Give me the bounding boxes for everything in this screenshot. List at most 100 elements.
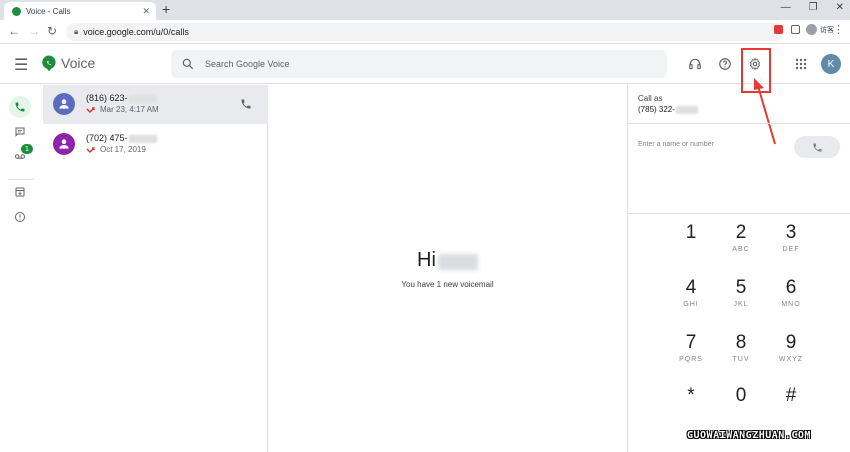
key-letters: TUV [732, 356, 750, 363]
left-rail: 1 [0, 85, 43, 452]
lock-icon: 🔒︎ [74, 27, 79, 36]
dial-key-2[interactable]: 2 ABC [721, 222, 761, 266]
profile-label: 访客 [820, 26, 834, 34]
key-digit: 8 [735, 332, 747, 353]
info-icon [15, 212, 25, 222]
missed-call-icon [86, 107, 95, 113]
dial-key-1[interactable]: 1 [671, 222, 711, 266]
watermark: GUOWAIWANGZHUAN.COM [687, 430, 811, 441]
voice-favicon-icon [12, 6, 21, 16]
voicemail-message: You have 1 new voicemail [401, 280, 494, 289]
call-row[interactable]: (816) 623- Mar 23, 4:17 AM [43, 85, 268, 124]
dial-panel: Call as (785) 322- 1 2 ABC 3 DEF 4 GHI 5 JKL 6 MNO… [627, 85, 850, 452]
tab-close-icon[interactable]: ✕ [142, 6, 150, 17]
dial-key-#[interactable]: # [771, 385, 811, 429]
browser-navbar: ← → ↻ 🔒︎ voice.google.com/u/0/calls 访客 ⋮ [0, 20, 850, 44]
key-digit: 2 [735, 222, 747, 243]
greeting-text: Hi [417, 249, 436, 271]
key-digit: 7 [685, 332, 697, 353]
minimize-button[interactable]: — [781, 2, 791, 13]
call-row[interactable]: (702) 475- Oct 17, 2019 [43, 125, 268, 164]
call-back-icon[interactable] [240, 98, 252, 110]
phone-icon [15, 102, 25, 112]
key-digit: 1 [685, 222, 697, 243]
profile-button[interactable]: 访客 [806, 24, 834, 35]
key-letters: GHI [683, 301, 699, 308]
dial-key-6[interactable]: 6 MNO [771, 277, 811, 321]
key-digit: 6 [785, 277, 797, 298]
voice-logo-icon [42, 55, 56, 72]
back-icon[interactable]: ← [8, 24, 20, 38]
help-icon[interactable] [716, 55, 734, 73]
dial-key-0[interactable]: 0 [721, 385, 761, 429]
key-digit: # [785, 385, 797, 406]
dial-key-9[interactable]: 9 WXYZ [771, 332, 811, 376]
profile-icon [806, 24, 817, 35]
browser-menu-icon[interactable]: ⋮ [833, 23, 844, 36]
key-letters: DEF [782, 246, 800, 253]
key-digit: 9 [785, 332, 797, 353]
greeting: Hi [268, 249, 627, 272]
person-icon [59, 139, 69, 149]
window-controls: — ❐ ✕ [781, 2, 844, 13]
divider [628, 213, 850, 214]
rail-divider [8, 179, 34, 180]
call-as-number[interactable]: (785) 322- [638, 105, 698, 114]
call-date: Oct 17, 2019 [100, 145, 146, 154]
phone-icon [812, 142, 822, 152]
archive-icon [15, 187, 25, 197]
call-number: (816) 623- [86, 93, 157, 103]
key-digit: 5 [735, 277, 747, 298]
call-as-label: Call as [638, 94, 663, 103]
apps-grid-icon[interactable] [792, 55, 810, 73]
search-bar[interactable] [171, 50, 667, 78]
rail-messages[interactable] [9, 121, 31, 143]
key-digit: 0 [735, 385, 747, 406]
close-window-button[interactable]: ✕ [836, 2, 844, 13]
dial-input[interactable] [638, 141, 788, 148]
dial-key-5[interactable]: 5 JKL [721, 277, 761, 321]
call-list: (816) 623- Mar 23, 4:17 AM (702) 475- Oc… [43, 85, 268, 452]
browser-tab[interactable]: Voice - Calls ✕ [4, 2, 156, 20]
rail-calls[interactable] [9, 96, 31, 118]
dial-key-7[interactable]: 7 PQRS [671, 332, 711, 376]
app-name: Voice [61, 55, 96, 71]
reload-icon[interactable]: ↻ [47, 24, 57, 38]
key-digit: 4 [685, 277, 697, 298]
extension-icon[interactable] [774, 25, 783, 34]
key-letters: WXYZ [778, 356, 804, 363]
key-letters: PQRS [679, 356, 703, 363]
dial-key-8[interactable]: 8 TUV [721, 332, 761, 376]
call-number: (702) 475- [86, 133, 157, 143]
forward-icon[interactable]: → [28, 24, 40, 38]
extension-icons [774, 25, 800, 34]
account-avatar[interactable]: K [821, 54, 841, 74]
app-header: ☰ Voice K [0, 44, 850, 84]
contact-avatar [53, 133, 75, 155]
key-letters: ABC [732, 246, 750, 253]
dial-key-3[interactable]: 3 DEF [771, 222, 811, 266]
rail-spam[interactable] [9, 206, 31, 228]
url-text: voice.google.com/u/0/calls [83, 27, 189, 37]
rail-archive[interactable] [9, 181, 31, 203]
key-digit: * [687, 385, 695, 406]
dial-key-4[interactable]: 4 GHI [671, 277, 711, 321]
menu-icon[interactable]: ☰ [14, 55, 28, 75]
call-button[interactable] [794, 136, 840, 158]
divider [628, 123, 850, 124]
message-icon [15, 127, 25, 137]
search-icon [182, 58, 194, 70]
new-tab-button[interactable]: + [162, 1, 170, 17]
translate-icon[interactable] [791, 25, 800, 34]
search-input[interactable] [205, 59, 605, 69]
address-bar[interactable]: 🔒︎ voice.google.com/u/0/calls [66, 23, 784, 41]
missed-call-icon [86, 147, 95, 153]
contact-avatar [53, 93, 75, 115]
restore-button[interactable]: ❐ [809, 2, 818, 13]
call-date: Mar 23, 4:17 AM [100, 105, 159, 114]
dial-key-*[interactable]: * [671, 385, 711, 429]
voicemail-badge: 1 [21, 144, 33, 154]
tab-title: Voice - Calls [26, 6, 71, 16]
browser-tabstrip: Voice - Calls ✕ + — ❐ ✕ [0, 0, 850, 20]
headset-icon[interactable] [686, 55, 704, 73]
